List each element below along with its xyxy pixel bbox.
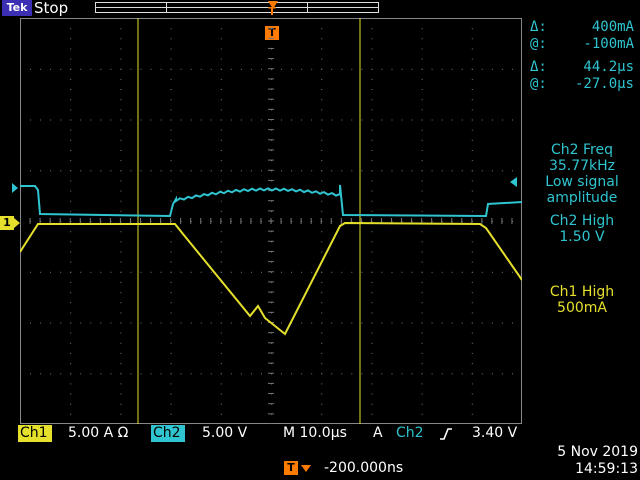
trigger-marker-icon: T bbox=[284, 461, 298, 475]
ch2-freq-label: Ch2 Freq bbox=[551, 142, 613, 158]
ch2-scale[interactable]: 5.00 V bbox=[202, 425, 247, 442]
ch1-ground-marker-icon[interactable]: 1 bbox=[0, 216, 20, 230]
ch1-label[interactable]: Ch1 bbox=[18, 425, 52, 442]
time-delta-value: 44.2µs bbox=[583, 59, 634, 75]
date: 5 Nov 2019 bbox=[557, 444, 638, 460]
ch2-ground-marker-icon[interactable] bbox=[0, 183, 18, 193]
ch1-scale[interactable]: 5.00 A Ω bbox=[68, 425, 128, 442]
ch2-freq-value: 35.77kHz bbox=[548, 158, 616, 174]
ch1-high-value: 500mA bbox=[557, 300, 607, 316]
status-bar: Ch1 5.00 A Ω Ch2 5.00 V M 10.0µs A Ch2 3… bbox=[18, 425, 524, 442]
delta-symbol: Δ: bbox=[530, 59, 547, 75]
ch2-freq-note: amplitude bbox=[546, 190, 618, 206]
trigger-source[interactable]: Ch2 bbox=[396, 425, 424, 442]
record-view-line bbox=[96, 7, 378, 8]
waveform-display[interactable] bbox=[20, 18, 522, 424]
ch1-high-label: Ch1 High bbox=[549, 284, 615, 300]
trigger-level[interactable]: 3.40 V bbox=[472, 425, 517, 442]
graticule-grid bbox=[20, 18, 513, 424]
amplitude-at-value: -100mA bbox=[583, 36, 634, 52]
ch2-label[interactable]: Ch2 bbox=[151, 425, 185, 442]
trigger-position-icon: T bbox=[268, 5, 276, 18]
at-symbol: @: bbox=[530, 76, 547, 92]
ch2-high-label: Ch2 High bbox=[549, 213, 615, 229]
at-symbol: @: bbox=[530, 36, 547, 52]
ch2-freq-note: Low signal bbox=[545, 174, 619, 190]
brand-logo: Tek bbox=[2, 0, 32, 16]
timebase-readout[interactable]: M 10.0µs bbox=[283, 425, 347, 442]
delta-symbol: Δ: bbox=[530, 19, 547, 35]
trigger-level-marker-icon[interactable] bbox=[510, 177, 517, 187]
chevron-down-icon bbox=[301, 465, 311, 472]
trigger-mode: A bbox=[373, 425, 383, 441]
time-at-value: -27.0µs bbox=[574, 76, 634, 92]
horizontal-position-value: -200.000ns bbox=[324, 460, 404, 476]
record-view-bar bbox=[95, 2, 379, 13]
rising-edge-icon bbox=[440, 428, 452, 440]
acquisition-status: Stop bbox=[34, 0, 69, 17]
time: 14:59:13 bbox=[575, 461, 638, 477]
ch2-high-value: 1.50 V bbox=[559, 229, 605, 245]
amplitude-delta-value: 400mA bbox=[591, 19, 634, 35]
date-time: 5 Nov 2019 14:59:13 bbox=[535, 444, 638, 478]
ch1-waveform bbox=[20, 221, 522, 336]
